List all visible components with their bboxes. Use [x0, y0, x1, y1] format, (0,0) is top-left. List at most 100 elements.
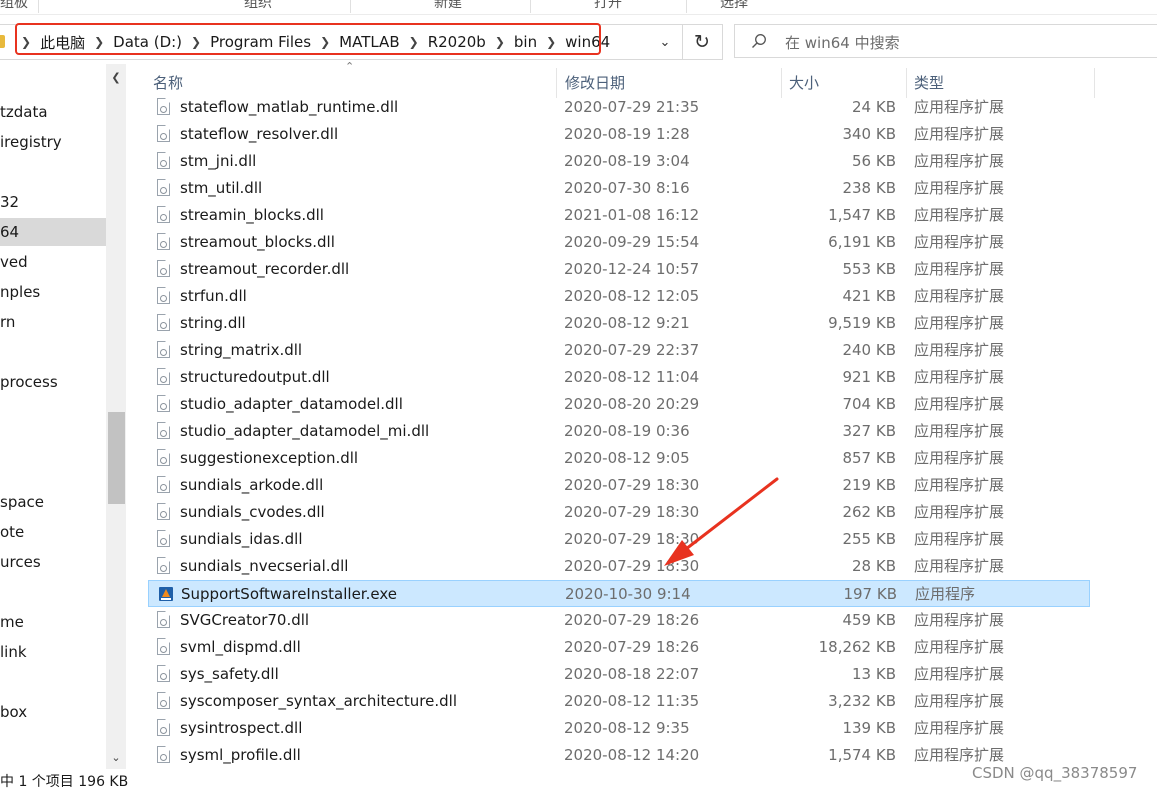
file-row[interactable]: sundials_arkode.dll 2020-07-29 18:30 219 K… — [148, 472, 1090, 499]
file-size: 18,262 KB — [818, 638, 896, 656]
file-type: 应用程序扩展 — [914, 179, 1005, 197]
file-date: 2020-08-12 14:20 — [564, 746, 700, 764]
file-row[interactable]: SupportSoftwareInstaller.exe 2020-10-30 9… — [148, 580, 1090, 607]
file-date: 2020-08-12 11:35 — [564, 692, 700, 710]
file-row[interactable]: stateflow_resolver.dll 2020-08-19 1:28 340… — [148, 121, 1090, 148]
dll-file-icon — [157, 260, 172, 279]
file-date: 2020-08-12 9:05 — [564, 449, 690, 467]
file-row[interactable]: sundials_cvodes.dll 2020-07-29 18:30 262 K… — [148, 499, 1090, 526]
file-row[interactable]: svml_dispmd.dll 2020-07-29 18:26 18,262 KB… — [148, 634, 1090, 661]
file-row[interactable]: string.dll 2020-08-12 9:21 9,519 KB 应用程序扩展 — [148, 310, 1090, 337]
file-row[interactable]: string_matrix.dll 2020-07-29 22:37 240 KB 应… — [148, 337, 1090, 364]
file-row[interactable]: studio_adapter_datamodel.dll 2020-08-20 2… — [148, 391, 1090, 418]
file-row[interactable]: streamout_recorder.dll 2020-12-24 10:57 55… — [148, 256, 1090, 283]
file-date: 2020-07-29 22:37 — [564, 341, 700, 359]
file-name: string_matrix.dll — [180, 341, 303, 359]
exe-icon — [158, 585, 173, 604]
file-name: string.dll — [180, 314, 246, 332]
file-size: 28 KB — [852, 557, 896, 575]
navigation-pane: tzdata iregistry 32 64 ved nples rn process spac… — [0, 64, 128, 769]
ribbon-group-label[interactable]: 选择 — [720, 0, 748, 12]
file-row[interactable]: stm_util.dll 2020-07-30 8:16 238 KB 应用程序扩展 — [148, 175, 1090, 202]
file-row[interactable]: stateflow_matlab_runtime.dll 2020-07-29 2… — [148, 94, 1090, 121]
file-date: 2020-07-29 18:30 — [564, 557, 700, 575]
file-row[interactable]: streamin_blocks.dll 2021-01-08 16:12 1,547… — [148, 202, 1090, 229]
nav-item[interactable]: space — [0, 488, 106, 516]
nav-scrollbar-thumb[interactable] — [108, 412, 125, 504]
file-row[interactable]: streamout_blocks.dll 2020-09-29 15:54 6,19… — [148, 229, 1090, 256]
file-date: 2020-07-29 18:26 — [564, 638, 700, 656]
sort-ascending-icon: ⌃ — [345, 60, 355, 73]
nav-item[interactable]: urces — [0, 548, 106, 576]
file-row[interactable]: sundials_nvecserial.dll 2020-07-29 18:30 2… — [148, 553, 1090, 580]
file-row[interactable]: sys_safety.dll 2020-08-18 22:07 13 KB 应用程序扩… — [148, 661, 1090, 688]
nav-item[interactable]: tzdata — [0, 98, 106, 126]
file-name: sysml_profile.dll — [180, 746, 301, 764]
file-name: strfun.dll — [180, 287, 247, 305]
file-name: sundials_nvecserial.dll — [180, 557, 349, 575]
file-type: 应用程序扩展 — [914, 314, 1005, 332]
dll-file-icon — [157, 719, 172, 738]
chevron-down-icon[interactable]: ⌄ — [648, 25, 682, 59]
nav-item[interactable] — [0, 398, 106, 426]
search-placeholder: 在 win64 中搜索 — [785, 34, 900, 52]
nav-item[interactable] — [0, 668, 106, 696]
nav-item[interactable]: 64 — [0, 218, 106, 246]
search-input[interactable]: 在 win64 中搜索 — [734, 24, 1157, 58]
nav-item[interactable]: ote — [0, 518, 106, 546]
nav-item[interactable] — [0, 158, 106, 186]
file-name: streamin_blocks.dll — [180, 206, 324, 224]
file-type: 应用程序扩展 — [914, 530, 1005, 548]
nav-item[interactable]: 32 — [0, 188, 106, 216]
dll-file-icon — [157, 503, 172, 522]
file-row[interactable]: structuredoutput.dll 2020-08-12 11:04 921 … — [148, 364, 1090, 391]
scroll-down-icon[interactable]: ⌄ — [106, 746, 126, 769]
file-size: 238 KB — [842, 179, 896, 197]
file-size: 1,547 KB — [828, 206, 896, 224]
file-row[interactable]: suggestionexception.dll 2020-08-12 9:05 85… — [148, 445, 1090, 472]
file-type: 应用程序扩展 — [914, 233, 1005, 251]
file-row[interactable]: sysml_profile.dll 2020-08-12 14:20 1,574 K… — [148, 742, 1090, 769]
file-date: 2020-08-18 22:07 — [564, 665, 700, 683]
nav-item[interactable]: rn — [0, 308, 106, 336]
ribbon-group-label[interactable]: 组板 — [0, 0, 28, 12]
refresh-icon[interactable]: ↻ — [683, 25, 721, 59]
ribbon-group-label[interactable]: 组织 — [244, 0, 272, 12]
file-row[interactable]: sysintrospect.dll 2020-08-12 9:35 139 KB 应用… — [148, 715, 1090, 742]
folder-icon — [0, 35, 5, 48]
file-name: streamout_recorder.dll — [180, 260, 350, 278]
file-type: 应用程序扩展 — [914, 368, 1005, 386]
nav-item[interactable]: link — [0, 638, 106, 666]
file-size: 421 KB — [842, 287, 896, 305]
file-row[interactable]: strfun.dll 2020-08-12 12:05 421 KB 应用程序扩展 — [148, 283, 1090, 310]
nav-item[interactable] — [0, 428, 106, 456]
watermark: CSDN @qq_38378597 — [972, 764, 1138, 782]
ribbon-group-label[interactable]: 打开 — [594, 0, 622, 12]
scroll-up-icon[interactable]: ❮ — [106, 66, 126, 90]
file-row[interactable]: syscomposer_syntax_architecture.dll 2020-… — [148, 688, 1090, 715]
ribbon-group-label[interactable]: 新建 — [434, 0, 462, 12]
nav-item[interactable]: nples — [0, 278, 106, 306]
file-date: 2020-08-19 3:04 — [564, 152, 690, 170]
nav-item[interactable]: ved — [0, 248, 106, 276]
file-row[interactable]: SVGCreator70.dll 2020-07-29 18:26 459 KB 应用… — [148, 607, 1090, 634]
ribbon-divider — [38, 0, 39, 13]
file-name: syscomposer_syntax_architecture.dll — [180, 692, 457, 710]
file-name: studio_adapter_datamodel.dll — [180, 395, 403, 413]
file-type: 应用程序扩展 — [914, 638, 1005, 656]
column-divider[interactable] — [1094, 68, 1095, 98]
file-row[interactable]: sundials_idas.dll 2020-07-29 18:30 255 KB 应… — [148, 526, 1090, 553]
file-size: 1,574 KB — [828, 746, 896, 764]
nav-item[interactable]: process — [0, 368, 106, 396]
nav-item[interactable]: iregistry — [0, 128, 106, 156]
nav-item[interactable] — [0, 458, 106, 486]
nav-item[interactable] — [0, 578, 106, 606]
file-row[interactable]: stm_jni.dll 2020-08-19 3:04 56 KB 应用程序扩展 — [148, 148, 1090, 175]
nav-item[interactable]: box — [0, 698, 106, 726]
file-date: 2020-10-30 9:14 — [565, 585, 691, 603]
file-row[interactable]: studio_adapter_datamodel_mi.dll 2020-08-1… — [148, 418, 1090, 445]
file-type: 应用程序扩展 — [914, 557, 1005, 575]
nav-item[interactable] — [0, 338, 106, 366]
nav-item[interactable]: me — [0, 608, 106, 636]
dll-file-icon — [157, 287, 172, 306]
